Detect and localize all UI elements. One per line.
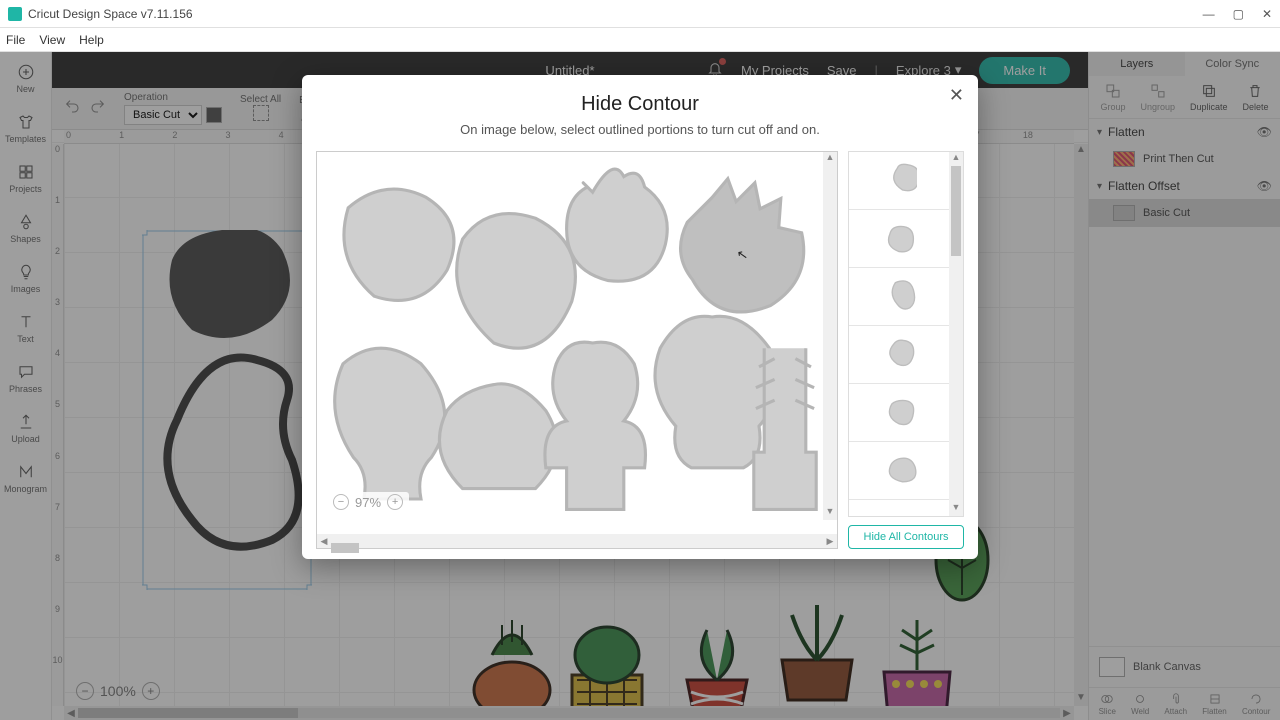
app-logo-icon — [8, 7, 22, 21]
menubar: File View Help — [0, 28, 1280, 52]
contour-preview[interactable]: − 97% + ▲▼ ↖ ◀▶ — [316, 151, 838, 549]
menu-view[interactable]: View — [39, 33, 65, 47]
window-title: Cricut Design Space v7.11.156 — [28, 7, 193, 21]
hide-contour-modal: ✕ Hide Contour On image below, select ou… — [302, 75, 978, 559]
window-maximize-button[interactable]: ▢ — [1233, 7, 1244, 21]
menu-file[interactable]: File — [6, 33, 25, 47]
hide-all-contours-button[interactable]: Hide All Contours — [848, 525, 964, 549]
contour-list: ▲▼ — [848, 151, 964, 517]
window-titlebar: Cricut Design Space v7.11.156 — ▢ ✕ — [0, 0, 1280, 28]
zoom-in-icon[interactable]: + — [387, 494, 403, 510]
zoom-out-icon[interactable]: − — [333, 494, 349, 510]
contour-item[interactable] — [849, 268, 949, 326]
modal-subtitle: On image below, select outlined portions… — [302, 122, 978, 137]
modal-close-button[interactable]: ✕ — [949, 85, 964, 106]
preview-v-scrollbar[interactable]: ▲▼ — [823, 152, 837, 520]
contour-list-scrollbar[interactable]: ▲▼ — [949, 152, 963, 516]
contour-item[interactable] — [849, 210, 949, 268]
window-close-button[interactable]: ✕ — [1262, 7, 1272, 21]
window-minimize-button[interactable]: — — [1203, 7, 1215, 21]
preview-zoom-control[interactable]: − 97% + — [327, 492, 409, 512]
contour-item[interactable] — [849, 326, 949, 384]
preview-h-scrollbar[interactable]: ◀▶ — [317, 534, 837, 548]
menu-help[interactable]: Help — [79, 33, 104, 47]
preview-zoom-value: 97% — [355, 495, 381, 510]
modal-title: Hide Contour — [302, 93, 978, 116]
contour-item[interactable] — [849, 442, 949, 500]
contour-item[interactable] — [849, 152, 949, 210]
contour-item[interactable] — [849, 384, 949, 442]
